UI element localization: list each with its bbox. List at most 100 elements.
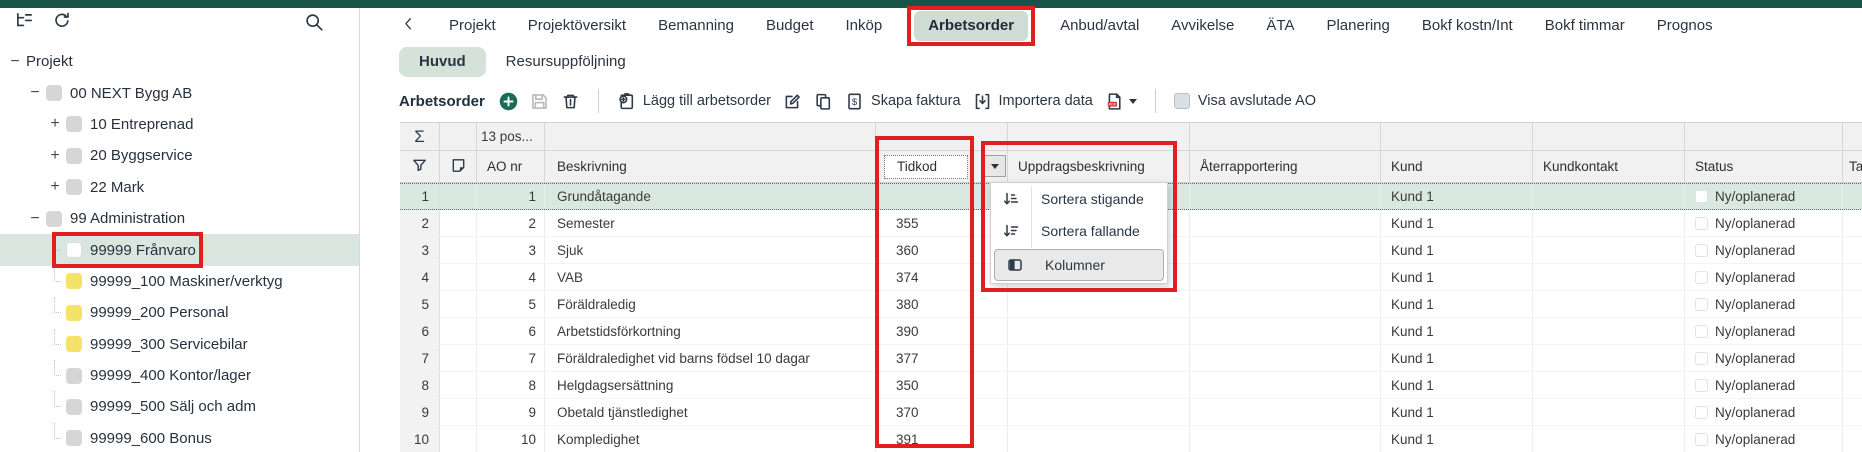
cell-tidkod[interactable]: 350 — [876, 372, 1008, 398]
cell-ta[interactable] — [1843, 426, 1862, 452]
cell-ta[interactable] — [1843, 237, 1862, 263]
header-ao-nr[interactable]: AO nr — [477, 151, 545, 183]
row-number-cell[interactable]: 4 — [400, 264, 440, 290]
cell-kund[interactable]: Kund 1 — [1381, 426, 1533, 452]
cell-ta[interactable] — [1843, 399, 1862, 425]
cell-beskrivning[interactable]: Föräldraledighet vid barns födsel 10 dag… — [545, 345, 876, 371]
tab-avvikelse[interactable]: Avvikelse — [1171, 11, 1234, 41]
collapse-node-icon[interactable]: − — [26, 211, 44, 227]
refresh-icon[interactable] — [52, 11, 72, 36]
header-kund[interactable]: Kund — [1381, 151, 1533, 183]
cell-beskrivning[interactable]: Obetald tjänstledighet — [545, 399, 876, 425]
cell-uppdragsbeskrivning[interactable] — [1008, 426, 1190, 452]
cell-kund[interactable]: Kund 1 — [1381, 184, 1533, 209]
tree-item-99-administration[interactable]: −99 Administration — [0, 203, 359, 234]
table-row[interactable]: 66Arbetstidsförkortning390Kund 1Ny/oplan… — [400, 318, 1862, 345]
cell-kund[interactable]: Kund 1 — [1381, 264, 1533, 290]
note-cell[interactable] — [440, 372, 477, 398]
cell-tidkod[interactable]: 391 — [876, 426, 1008, 452]
tab-äta[interactable]: ÄTA — [1266, 11, 1294, 41]
tab-bokf-timmar[interactable]: Bokf timmar — [1545, 11, 1625, 41]
cell-status[interactable]: Ny/oplanerad — [1685, 237, 1843, 263]
cell-status[interactable]: Ny/oplanerad — [1685, 426, 1843, 452]
cell-uppdragsbeskrivning[interactable] — [1008, 372, 1190, 398]
expand-node-icon[interactable]: + — [46, 148, 64, 164]
cell-kundkontakt[interactable] — [1533, 264, 1685, 290]
cell-status[interactable]: Ny/oplanerad — [1685, 291, 1843, 317]
visa-avslutade-ao-checkbox[interactable]: Visa avslutade AO — [1174, 93, 1316, 109]
save-button[interactable] — [530, 92, 549, 111]
skapa-faktura-button[interactable]: $ Skapa faktura — [845, 92, 960, 111]
note-cell[interactable] — [440, 237, 477, 263]
cell-ao-nr[interactable]: 4 — [477, 264, 545, 290]
tab-bokf-kostn-int[interactable]: Bokf kostn/Int — [1422, 11, 1513, 41]
cell-aterrapportering[interactable] — [1190, 184, 1381, 209]
cell-aterrapportering[interactable] — [1190, 291, 1381, 317]
row-number-cell[interactable]: 10 — [400, 426, 440, 452]
cell-ta[interactable] — [1843, 291, 1862, 317]
cell-kundkontakt[interactable] — [1533, 345, 1685, 371]
cell-ta[interactable] — [1843, 210, 1862, 236]
cell-beskrivning[interactable]: VAB — [545, 264, 876, 290]
cell-ta[interactable] — [1843, 372, 1862, 398]
tree-item-10-entreprenad[interactable]: +10 Entreprenad — [0, 109, 359, 140]
row-number-cell[interactable]: 3 — [400, 237, 440, 263]
row-number-cell[interactable]: 5 — [400, 291, 440, 317]
cell-ta[interactable] — [1843, 318, 1862, 344]
tidkod-focused-cell[interactable]: Tidkod — [884, 155, 968, 179]
cell-uppdragsbeskrivning[interactable] — [1008, 345, 1190, 371]
cell-status[interactable]: Ny/oplanerad — [1685, 399, 1843, 425]
tab-arbetsorder[interactable]: Arbetsorder — [914, 11, 1028, 41]
note-cell[interactable] — [440, 399, 477, 425]
subtab-resursuppföljning[interactable]: Resursuppföljning — [506, 47, 626, 77]
menu-item-sortera-stigande[interactable]: Sortera stigande — [991, 183, 1167, 215]
export-pdf-dropdown[interactable]: PDF — [1105, 92, 1137, 111]
tree-item-22-mark[interactable]: +22 Mark — [0, 172, 359, 203]
tab-anbud-avtal[interactable]: Anbud/avtal — [1060, 11, 1139, 41]
tab-projekt[interactable]: Projekt — [449, 11, 496, 41]
importera-data-button[interactable]: Importera data — [973, 92, 1093, 111]
tab-prognos[interactable]: Prognos — [1657, 11, 1713, 41]
cell-ta[interactable] — [1843, 264, 1862, 290]
cell-tidkod[interactable]: 370 — [876, 399, 1008, 425]
tree-item-99999-500-sälj-och-adm[interactable]: 99999_500 Sälj och adm — [0, 391, 359, 422]
cell-status[interactable]: Ny/oplanerad — [1685, 318, 1843, 344]
cell-ao-nr[interactable]: 9 — [477, 399, 545, 425]
sigma-cell[interactable]: Σ — [400, 123, 440, 151]
cell-tidkod[interactable] — [876, 184, 1008, 209]
tree-item-99999-400-kontor-lager[interactable]: 99999_400 Kontor/lager — [0, 360, 359, 391]
cell-tidkod[interactable]: 390 — [876, 318, 1008, 344]
table-row[interactable]: 88Helgdagsersättning350Kund 1Ny/oplanera… — [400, 372, 1862, 399]
cell-aterrapportering[interactable] — [1190, 426, 1381, 452]
row-number-cell[interactable]: 6 — [400, 318, 440, 344]
cell-ta[interactable] — [1843, 184, 1862, 209]
row-number-cell[interactable]: 7 — [400, 345, 440, 371]
cell-aterrapportering[interactable] — [1190, 264, 1381, 290]
cell-ao-nr[interactable]: 7 — [477, 345, 545, 371]
cell-status[interactable]: Ny/oplanerad — [1685, 264, 1843, 290]
cell-kundkontakt[interactable] — [1533, 426, 1685, 452]
row-number-cell[interactable]: 1 — [400, 184, 440, 209]
expand-node-icon[interactable]: + — [46, 116, 64, 132]
cell-kund[interactable]: Kund 1 — [1381, 210, 1533, 236]
cell-kundkontakt[interactable] — [1533, 372, 1685, 398]
menu-item-kolumner[interactable]: Kolumner — [994, 249, 1164, 281]
filter-header-cell[interactable] — [400, 151, 440, 183]
cell-kundkontakt[interactable] — [1533, 210, 1685, 236]
subtab-huvud[interactable]: Huvud — [399, 47, 486, 77]
note-cell[interactable] — [440, 291, 477, 317]
cell-tidkod[interactable]: 355 — [876, 210, 1008, 236]
tab-inköp[interactable]: Inköp — [846, 11, 883, 41]
cell-aterrapportering[interactable] — [1190, 399, 1381, 425]
cell-aterrapportering[interactable] — [1190, 372, 1381, 398]
copy-button[interactable] — [814, 92, 833, 111]
cell-tidkod[interactable]: 377 — [876, 345, 1008, 371]
cell-kundkontakt[interactable] — [1533, 399, 1685, 425]
collapse-sidebar-icon[interactable] — [401, 16, 417, 37]
cell-tidkod[interactable]: 374 — [876, 264, 1008, 290]
cell-ao-nr[interactable]: 8 — [477, 372, 545, 398]
table-row[interactable]: 1010Kompledighet391Kund 1Ny/oplanerad — [400, 426, 1862, 452]
cell-beskrivning[interactable]: Arbetstidsförkortning — [545, 318, 876, 344]
cell-beskrivning[interactable]: Semester — [545, 210, 876, 236]
cell-ao-nr[interactable]: 2 — [477, 210, 545, 236]
